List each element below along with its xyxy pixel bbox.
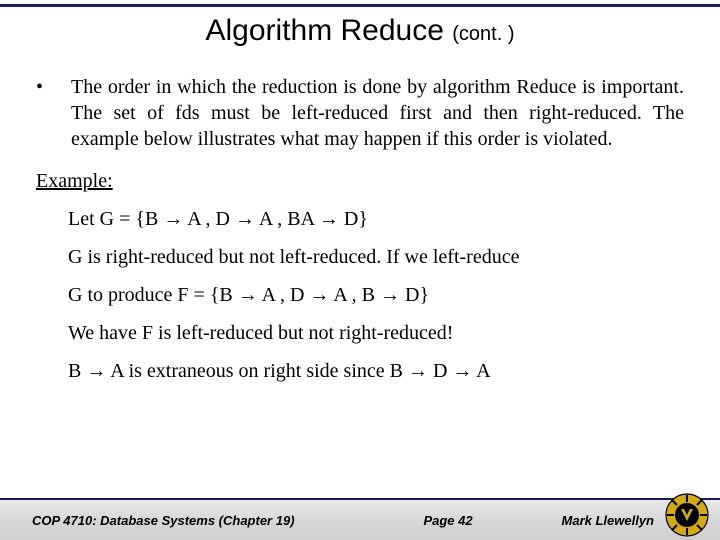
bullet-text: The order in which the reduction is done… (71, 74, 684, 152)
example-line: G is right-reduced but not left-reduced.… (68, 245, 684, 269)
example-label: Example: (36, 170, 684, 193)
title-cont: (cont. ) (452, 23, 514, 45)
example-body: Let G = {B → A , D → A , BA → D} G is ri… (68, 207, 684, 383)
top-border (0, 4, 720, 7)
bullet-mark: • (36, 74, 43, 152)
ucf-logo-icon (664, 492, 710, 538)
title-main: Algorithm Reduce (205, 14, 452, 47)
example-line: G to produce F = {B → A , D → A , B → D} (68, 283, 684, 307)
slide-title: Algorithm Reduce (cont. ) (0, 14, 720, 48)
bullet-item: • The order in which the reduction is do… (36, 74, 684, 152)
footer-bar: COP 4710: Database Systems (Chapter 19) … (0, 498, 720, 540)
example-line: We have F is left-reduced but not right-… (68, 321, 684, 345)
footer-page: Page 42 (295, 513, 562, 528)
slide-content: • The order in which the reduction is do… (36, 74, 684, 397)
footer-course: COP 4710: Database Systems (Chapter 19) (0, 513, 295, 528)
example-line: B → A is extraneous on right side since … (68, 359, 684, 383)
example-line: Let G = {B → A , D → A , BA → D} (68, 207, 684, 231)
